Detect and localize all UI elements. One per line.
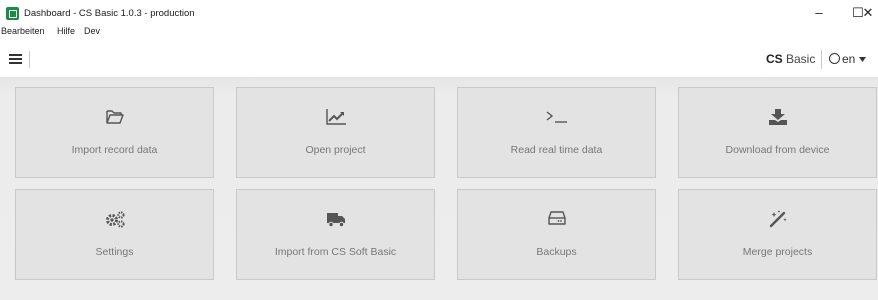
tile-label: Backups xyxy=(536,246,577,258)
hamburger-menu-icon[interactable] xyxy=(9,54,22,64)
app-icon xyxy=(6,7,19,20)
app-header xyxy=(0,40,878,77)
minimize-button[interactable]: – xyxy=(799,0,839,26)
language-label: en xyxy=(842,52,856,66)
tile-open-project[interactable]: Open project xyxy=(236,87,435,178)
truck-icon xyxy=(237,210,434,232)
tile-download-from-device[interactable]: Download from device xyxy=(678,87,877,178)
brand-rest: Basic xyxy=(782,52,816,66)
brand-bold: CS xyxy=(766,52,783,66)
tile-import-record-data[interactable]: Import record data xyxy=(15,87,214,178)
header-divider xyxy=(821,50,822,69)
line-chart-icon xyxy=(237,108,434,130)
tile-backups[interactable]: Backups xyxy=(457,189,656,280)
download-icon xyxy=(679,108,876,130)
magic-wand-icon xyxy=(679,210,876,232)
tile-label: Import record data xyxy=(71,144,158,156)
language-selector[interactable]: en xyxy=(829,52,866,66)
tile-read-real-time-data[interactable]: Read real time data xyxy=(457,87,656,178)
hdd-icon xyxy=(458,210,655,232)
tile-settings[interactable]: Settings xyxy=(15,189,214,280)
close-button[interactable]: ✕ xyxy=(858,0,878,26)
tile-label: Download from device xyxy=(725,144,830,156)
tile-import-from-cs-soft-basic[interactable]: Import from CS Soft Basic xyxy=(236,189,435,280)
brand-label: CS Basic xyxy=(766,52,815,66)
title-bar: Dashboard - CS Basic 1.0.3 - production … xyxy=(0,0,878,26)
menu-item-dev[interactable]: Dev xyxy=(84,26,100,36)
menu-bar: Bearbeiten Hilfe Dev xyxy=(0,26,878,38)
tile-label: Import from CS Soft Basic xyxy=(274,246,397,258)
folder-open-icon xyxy=(16,108,213,130)
cogs-icon xyxy=(16,210,213,232)
tile-merge-projects[interactable]: Merge projects xyxy=(678,189,877,280)
window-title: Dashboard - CS Basic 1.0.3 - production xyxy=(24,8,195,19)
menu-item-hilfe[interactable]: Hilfe xyxy=(57,26,75,36)
caret-down-icon xyxy=(858,57,866,62)
terminal-icon xyxy=(458,108,655,130)
header-divider xyxy=(29,51,30,68)
menu-item-bearbeiten[interactable]: Bearbeiten xyxy=(1,26,45,36)
tile-label: Open project xyxy=(305,144,366,156)
tile-label: Read real time data xyxy=(510,144,603,156)
tile-label: Settings xyxy=(95,246,134,258)
globe-icon xyxy=(829,53,840,64)
tile-label: Merge projects xyxy=(742,246,813,258)
